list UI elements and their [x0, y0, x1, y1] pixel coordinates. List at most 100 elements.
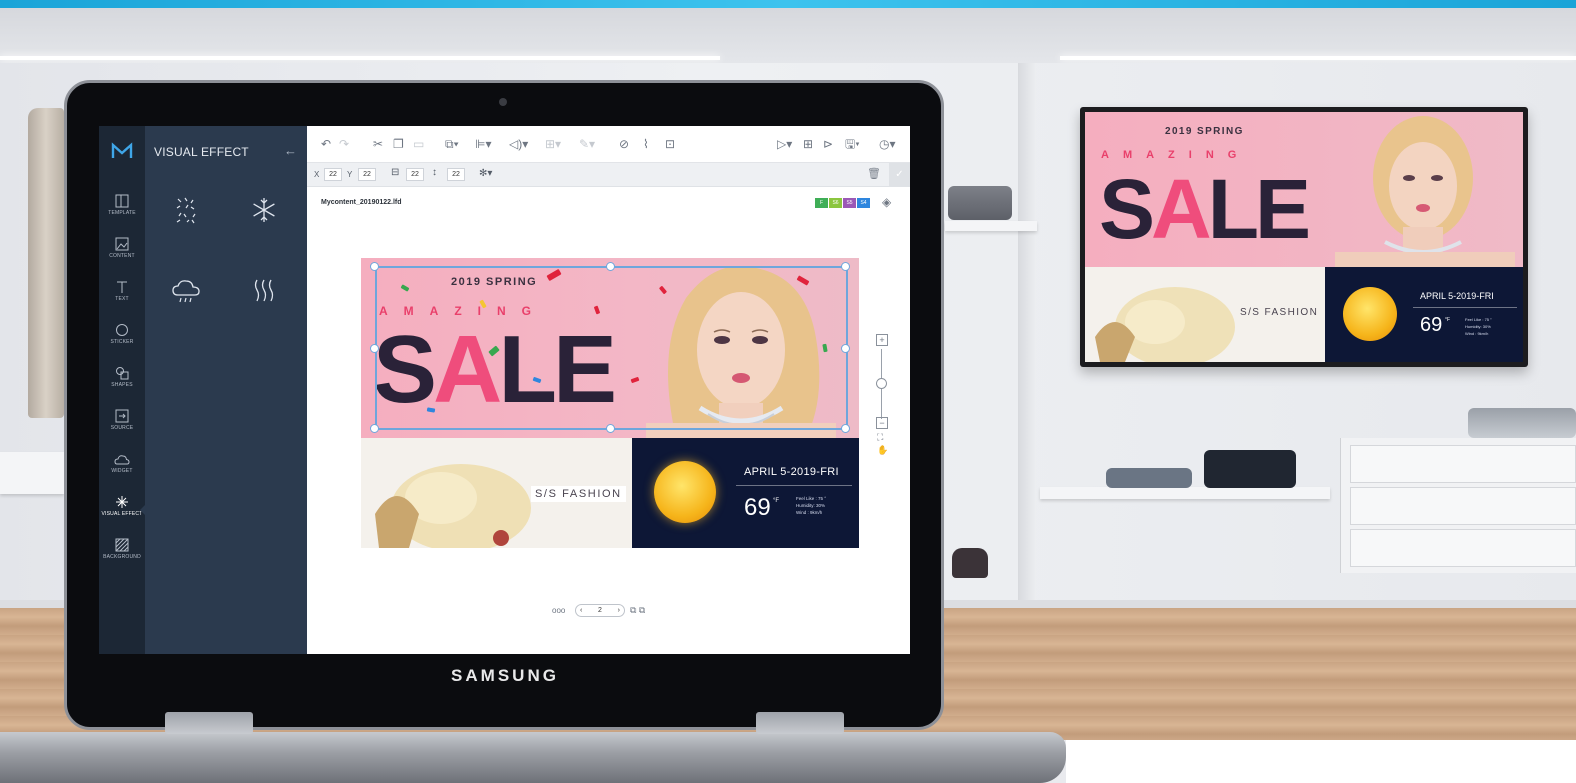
sidebar-item-label: TEMPLATE	[108, 210, 136, 216]
page-navigator[interactable]: ‹ 2 ›	[575, 604, 625, 617]
play-dropdown-icon[interactable]: ▷▾	[777, 136, 792, 152]
fashion-label[interactable]: S/S FASHION	[531, 486, 626, 502]
height-input[interactable]: 22	[447, 168, 465, 181]
sidebar-item-label: CONTENT	[109, 253, 135, 259]
zoom-in-button[interactable]: +	[876, 334, 888, 346]
device-chip[interactable]: S4	[857, 198, 870, 208]
attachment-icon[interactable]: ⌇	[643, 136, 649, 152]
folded-clothes	[1204, 450, 1296, 488]
pen-dropdown-icon[interactable]: ✎▾	[579, 136, 595, 152]
confirm-check-button[interactable]: ✓	[889, 163, 910, 187]
effect-dropdown-icon[interactable]: ✻▾	[479, 168, 492, 179]
template-icon	[115, 194, 129, 208]
resize-handle[interactable]	[606, 424, 615, 433]
sidebar-item-content[interactable]: CONTENT	[99, 237, 145, 277]
property-bar: X 22 Y 22 ⊟ 22 ↕ 22 ✻▾ 🗑 ✓	[307, 163, 910, 187]
drawer	[1350, 445, 1576, 483]
wall-weather-wind: Wind : 9km/h	[1465, 331, 1489, 336]
grid-dropdown-icon[interactable]: ⊞▾	[545, 136, 561, 152]
weather-unit: °F	[773, 498, 780, 504]
crop-dropdown-icon[interactable]: ⧉▾	[445, 136, 459, 152]
divider	[736, 485, 852, 486]
wall-sun-icon	[1343, 287, 1397, 341]
device-chip[interactable]: F	[815, 198, 828, 208]
laptop-hinge	[165, 712, 253, 734]
page-overview-icon[interactable]: ooo	[552, 606, 565, 615]
file-name: Mycontent_20190122.lfd	[321, 199, 402, 206]
save-dropdown-icon[interactable]: 🖫▾	[845, 136, 860, 152]
audio-dropdown-icon[interactable]: ◁)▾	[509, 136, 528, 152]
prev-page-icon[interactable]: ‹	[580, 605, 582, 616]
zoom-out-button[interactable]: −	[876, 417, 888, 429]
store-ceiling	[0, 8, 1576, 63]
frame-icon[interactable]: ⊡	[665, 136, 675, 152]
link-icon[interactable]: ⊘	[619, 136, 629, 152]
sidebar-item-visual-effect[interactable]: VISUAL EFFECT	[99, 495, 145, 535]
layers-icon[interactable]: ◈	[882, 195, 891, 209]
sparkle-icon	[116, 496, 128, 508]
device-chip[interactable]: S5	[843, 198, 856, 208]
sidebar-item-template[interactable]: TEMPLATE	[99, 194, 145, 234]
sidebar-item-label: TEXT	[115, 296, 129, 302]
sidebar-item-shapes[interactable]: SHAPES	[99, 366, 145, 406]
paste-icon[interactable]: ▭	[413, 136, 424, 152]
copy-icon[interactable]: ❐	[393, 136, 404, 152]
wall-pillar	[1018, 63, 1036, 608]
wall-weather-temp: 69	[1420, 314, 1443, 336]
resize-handle[interactable]	[606, 262, 615, 271]
selection-box[interactable]	[375, 266, 848, 430]
wall-fashion-label: S/S FASHION	[1240, 307, 1319, 318]
heat-wave-effect-icon[interactable]	[242, 269, 286, 313]
timer-dropdown-icon[interactable]: ◷▾	[879, 136, 896, 152]
width-input[interactable]: 22	[406, 168, 424, 181]
sale-banner[interactable]: 2019 SPRING AMAZING SALE	[361, 258, 859, 438]
resize-handle[interactable]	[370, 344, 379, 353]
weather-widget-tile[interactable]: APRIL 5-2019-FRI 69 °F Feel Like : 75 ° …	[632, 438, 859, 548]
fashion-tile[interactable]: S/S FASHION	[361, 438, 632, 548]
weather-temperature: 69	[744, 494, 771, 521]
fit-screen-icon[interactable]: ⛶	[877, 432, 883, 443]
weather-date: APRIL 5-2019-FRI	[744, 466, 839, 478]
sidebar-item-text[interactable]: TEXT	[99, 280, 145, 320]
folded-clothes	[948, 186, 1012, 220]
x-position-input[interactable]: 22	[324, 168, 342, 181]
weather-feel-like: Feel Like : 75 °	[796, 496, 827, 501]
icon-rail: TEMPLATE CONTENT TEXT STICKER SHAPES SOU…	[99, 126, 145, 654]
trash-icon[interactable]: 🗑	[867, 167, 881, 180]
hand-tool-icon[interactable]: ✋	[877, 445, 888, 456]
undo-icon[interactable]: ↶	[321, 136, 331, 152]
add-page-icon[interactable]: ⊞	[803, 136, 813, 152]
zoom-slider-thumb[interactable]	[876, 378, 887, 389]
snow-effect-icon[interactable]	[242, 188, 286, 232]
resize-handle[interactable]	[841, 424, 850, 433]
wall-weather-unit: °F	[1445, 317, 1451, 323]
sidebar-item-background[interactable]: BACKGROUND	[99, 538, 145, 578]
side-cabinet	[0, 452, 64, 494]
redo-icon[interactable]: ↷	[339, 136, 349, 152]
sidebar-item-sticker[interactable]: STICKER	[99, 323, 145, 363]
align-dropdown-icon[interactable]: ⊫▾	[475, 136, 491, 152]
y-position-input[interactable]: 22	[358, 168, 376, 181]
device-chips: F S6 S5 S4	[815, 198, 870, 208]
design-artboard[interactable]: 2019 SPRING AMAZING SALE S/S FASHION APR…	[361, 258, 859, 548]
editor-app-screen: TEMPLATE CONTENT TEXT STICKER SHAPES SOU…	[99, 126, 910, 654]
laptop-base	[0, 732, 1066, 783]
sidebar-item-source[interactable]: SOURCE	[99, 409, 145, 449]
page-actions-icon[interactable]: ⧉ ⧉	[630, 605, 645, 616]
rain-effect-icon[interactable]	[164, 269, 208, 313]
next-page-icon[interactable]: ›	[618, 605, 620, 616]
footer-area	[1066, 740, 1576, 783]
resize-handle[interactable]	[370, 262, 379, 271]
confetti-effect-icon[interactable]	[164, 188, 208, 232]
back-arrow-icon[interactable]: ←	[284, 143, 297, 158]
cut-icon[interactable]: ✂	[373, 136, 383, 152]
sidebar-item-label: BACKGROUND	[103, 554, 141, 560]
open-folder-icon[interactable]: ⊳	[823, 136, 833, 152]
device-chip[interactable]: S6	[829, 198, 842, 208]
weather-humidity: Humidity: 30%	[796, 503, 826, 508]
resize-handle[interactable]	[841, 344, 850, 353]
y-label: Y	[347, 170, 353, 179]
resize-handle[interactable]	[841, 262, 850, 271]
sidebar-item-widget[interactable]: WIDGET	[99, 452, 145, 492]
resize-handle[interactable]	[370, 424, 379, 433]
